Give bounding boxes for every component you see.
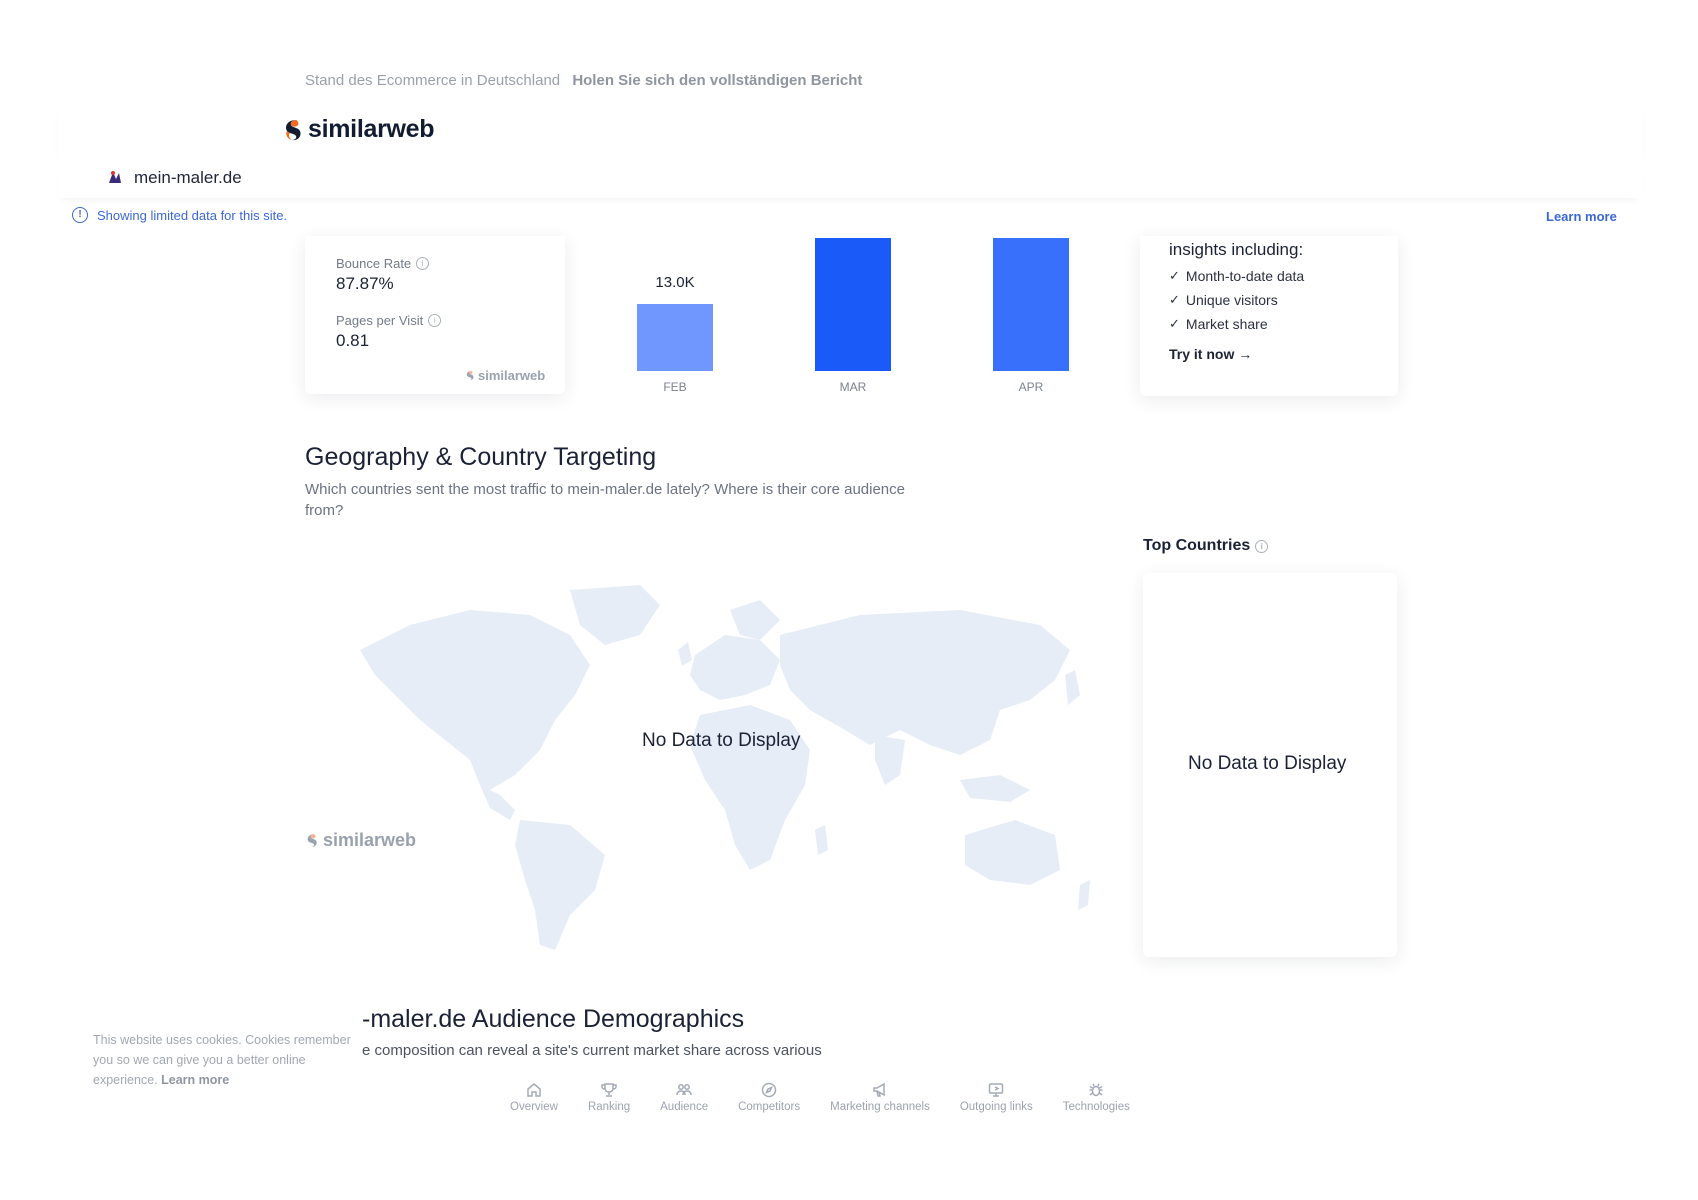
check-icon: ✓ xyxy=(1169,292,1180,307)
bottom-navigation: Overview Ranking Audience Competitors Ma… xyxy=(510,1082,1130,1113)
check-icon: ✓ xyxy=(1169,268,1180,283)
brand-name: similarweb xyxy=(308,115,435,143)
promo-banner: Stand des Ecommerce in Deutschland Holen… xyxy=(305,72,862,89)
top-countries-title: Top Countries i xyxy=(1143,537,1269,555)
bar-apr[interactable] xyxy=(993,238,1069,371)
bounce-rate: Bounce Rate i 87.87% xyxy=(336,256,430,294)
cookie-learn-more-link[interactable]: Learn more xyxy=(161,1073,229,1087)
bar-mar[interactable] xyxy=(815,238,891,371)
nav-technologies[interactable]: Technologies xyxy=(1063,1082,1130,1113)
check-icon: ✓ xyxy=(1169,316,1180,331)
bar-label-apr: APR xyxy=(1018,380,1044,394)
nav-marketing-channels[interactable]: Marketing channels xyxy=(830,1082,930,1113)
engagement-card: Bounce Rate i 87.87% Pages per Visit i 0… xyxy=(305,236,565,394)
top-countries-no-data: No Data to Display xyxy=(1188,753,1347,774)
world-map-graphic xyxy=(360,585,1090,950)
compass-icon xyxy=(761,1082,777,1098)
info-icon: ! xyxy=(72,207,88,223)
info-icon[interactable]: i xyxy=(428,314,442,327)
nav-outgoing-links[interactable]: Outgoing links xyxy=(960,1082,1033,1113)
similarweb-watermark: similarweb xyxy=(465,368,545,383)
insight-item: ✓ Market share xyxy=(1169,316,1268,332)
bounce-rate-value: 87.87% xyxy=(336,274,394,293)
users-icon xyxy=(676,1084,692,1096)
top-countries-card: No Data to Display xyxy=(1143,573,1397,957)
trophy-icon xyxy=(601,1083,617,1097)
home-icon xyxy=(527,1083,541,1097)
insights-card: insights including: ✓ Month-to-date data… xyxy=(1140,236,1398,396)
insights-title: insights including: xyxy=(1169,240,1304,259)
megaphone-icon xyxy=(873,1082,885,1097)
promo-text: Stand des Ecommerce in Deutschland xyxy=(305,72,561,89)
similarweb-watermark-icon xyxy=(307,834,317,847)
domain-bar xyxy=(58,158,1643,198)
similarweb-watermark: similarweb xyxy=(305,830,416,851)
nav-overview[interactable]: Overview xyxy=(510,1082,558,1113)
learn-more-link[interactable]: Learn more xyxy=(1546,209,1617,224)
promo-link[interactable]: Holen Sie sich den vollständigen Bericht xyxy=(572,72,862,89)
cookie-notice: This website uses cookies. Cookies remem… xyxy=(93,1030,353,1090)
pages-per-visit: Pages per Visit i 0.81 xyxy=(336,313,442,351)
notice-text: Showing limited data for this site. xyxy=(97,207,288,223)
site-favicon-icon xyxy=(107,169,123,188)
nav-competitors[interactable]: Competitors xyxy=(738,1082,800,1113)
info-icon[interactable]: i xyxy=(416,257,430,270)
pages-per-visit-value: 0.81 xyxy=(336,331,370,350)
similarweb-logo[interactable]: similarweb xyxy=(282,115,435,144)
pages-per-visit-label: Pages per Visit xyxy=(336,313,424,328)
world-map: No Data to Display xyxy=(340,580,1120,960)
site-domain[interactable]: mein-maler.de xyxy=(134,168,242,188)
demographics-title: -maler.de Audience Demographics xyxy=(362,1005,745,1033)
nav-ranking[interactable]: Ranking xyxy=(588,1082,630,1113)
similarweb-watermark-icon xyxy=(466,370,474,381)
bar-label-feb: FEB xyxy=(663,380,687,394)
bounce-rate-label: Bounce Rate xyxy=(336,256,412,271)
similarweb-logo-icon xyxy=(286,119,301,140)
geography-description: Which countries sent the most traffic to… xyxy=(305,481,905,519)
info-icon[interactable]: i xyxy=(1255,539,1269,553)
bug-icon xyxy=(1089,1083,1103,1097)
insight-item: ✓ Unique visitors xyxy=(1169,292,1278,308)
bar-value-feb: 13.0K xyxy=(655,274,695,291)
limited-data-notice: ! Showing limited data for this site. xyxy=(72,207,287,223)
map-no-data: No Data to Display xyxy=(642,730,801,751)
insight-item: ✓ Month-to-date data xyxy=(1169,268,1305,284)
try-it-now-link[interactable]: Try it now → xyxy=(1169,346,1389,362)
geography-title: Geography & Country Targeting xyxy=(305,443,657,471)
bar-label-mar: MAR xyxy=(839,380,867,394)
nav-audience[interactable]: Audience xyxy=(660,1082,708,1113)
bar-feb[interactable] xyxy=(637,304,713,371)
monitor-link-icon xyxy=(989,1083,1004,1097)
demographics-description: e composition can reveal a site's curren… xyxy=(362,1042,822,1059)
